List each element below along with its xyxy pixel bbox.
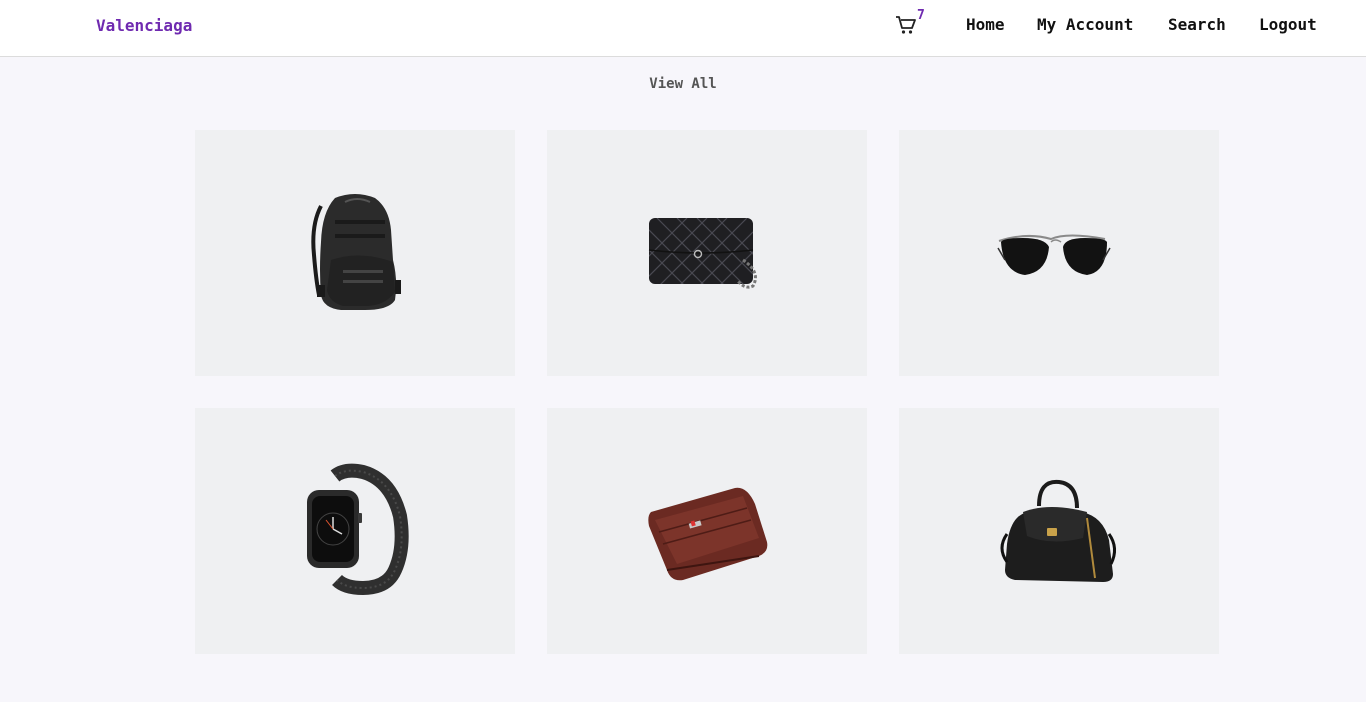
backpack-image — [311, 194, 401, 310]
product-card-sunglasses[interactable] — [899, 130, 1219, 376]
aviator-sunglasses-image — [997, 234, 1111, 275]
smartwatch-image — [307, 463, 409, 596]
nav-logout-link[interactable]: Logout — [1259, 15, 1317, 34]
nav-search-link[interactable]: Search — [1168, 15, 1226, 34]
cart-icon — [896, 16, 916, 34]
product-card-quilted-clutch[interactable] — [547, 130, 867, 376]
brand-logo-link[interactable]: Valenciaga — [96, 16, 192, 35]
cart-count-badge: 7 — [917, 8, 925, 23]
cart-button[interactable]: 7 — [895, 8, 931, 38]
nav-my-account-link[interactable]: My Account — [1037, 15, 1133, 34]
view-all-link[interactable]: View All — [0, 76, 1366, 92]
handbag-image — [1000, 479, 1116, 582]
nav-home-link[interactable]: Home — [966, 15, 1005, 34]
quilted-clutch-image — [648, 218, 757, 289]
product-card-wallet[interactable] — [547, 408, 867, 654]
product-card-backpack[interactable] — [195, 130, 515, 376]
product-card-smartwatch[interactable] — [195, 408, 515, 654]
product-card-handbag[interactable] — [899, 408, 1219, 654]
top-navbar: Valenciaga 7 Home My Account Search Logo… — [0, 0, 1366, 57]
wallet-image — [648, 487, 768, 581]
